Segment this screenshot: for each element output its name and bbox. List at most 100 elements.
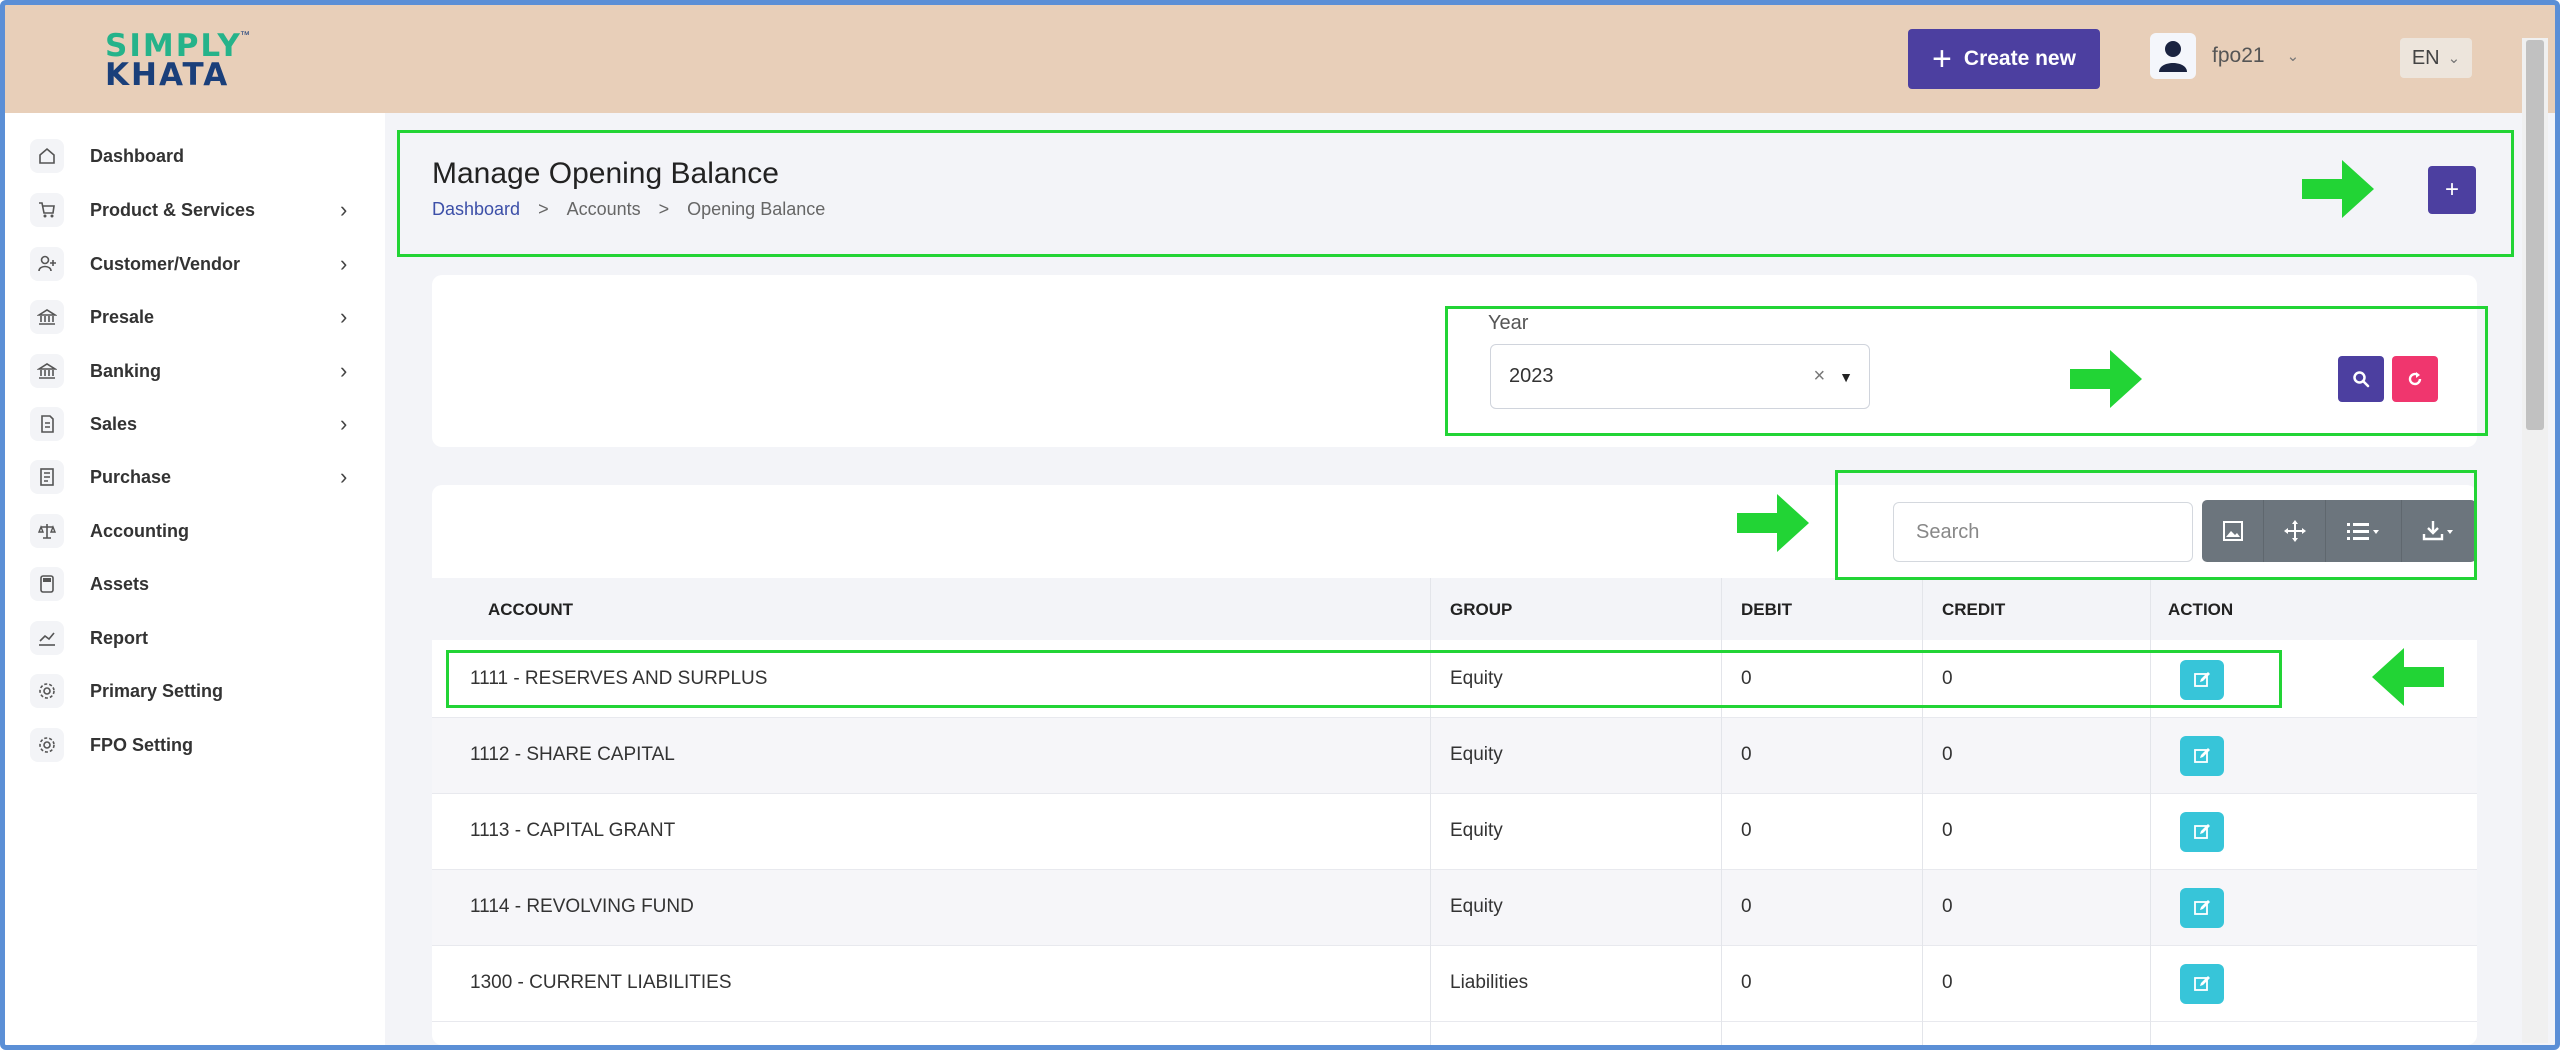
clear-icon[interactable]: × — [1813, 365, 1825, 388]
sidebar-item-assets[interactable]: Assets — [30, 564, 360, 604]
column-divider — [2150, 578, 2151, 1045]
create-new-button[interactable]: + Create new — [1908, 29, 2100, 89]
download-icon — [2422, 521, 2453, 541]
language-selector[interactable]: EN ⌄ — [2400, 38, 2472, 78]
edit-button[interactable] — [2180, 736, 2224, 776]
column-header-group[interactable]: GROUP — [1450, 600, 1512, 620]
edit-icon — [2194, 824, 2210, 839]
chevron-right-icon: › — [340, 411, 348, 436]
sidebar-item-label: Presale — [90, 306, 155, 327]
image-icon — [2222, 521, 2243, 541]
sidebar-item-label: Accounting — [90, 520, 189, 541]
table-toolbar — [2202, 500, 2476, 562]
year-label: Year — [1488, 312, 1529, 334]
cell-group: Equity — [1450, 820, 1503, 841]
sidebar-item-primary-setting[interactable]: Primary Setting — [30, 671, 360, 711]
sidebar-item-sales[interactable]: Sales › — [30, 404, 360, 444]
cell-group: Equity — [1450, 896, 1503, 917]
edit-icon — [2194, 748, 2210, 763]
bank-icon — [30, 300, 64, 334]
cell-debit: 0 — [1741, 972, 1752, 993]
toggle-view-button[interactable] — [2202, 500, 2264, 562]
receipt-icon — [30, 460, 64, 494]
sidebar-item-label: Dashboard — [90, 145, 185, 166]
sidebar-item-fpo-setting[interactable]: FPO Setting — [30, 725, 360, 765]
scale-icon — [30, 514, 64, 548]
sidebar-item-label: FPO Setting — [90, 734, 193, 755]
chevron-right-icon: › — [340, 251, 348, 276]
user-add-icon — [30, 247, 64, 281]
add-opening-balance-button[interactable]: + — [2428, 166, 2476, 214]
search-button[interactable] — [2338, 356, 2384, 402]
export-dropdown-button[interactable] — [2402, 500, 2476, 562]
edit-button[interactable] — [2180, 888, 2224, 928]
dropdown-arrow-icon[interactable]: ▼ — [1839, 369, 1853, 385]
refresh-icon — [2408, 372, 2422, 386]
gear-icon — [30, 728, 64, 762]
cell-group: Equity — [1450, 744, 1503, 765]
chevron-right-icon: › — [340, 358, 348, 383]
cell-debit: 0 — [1741, 668, 1752, 689]
list-icon — [2346, 523, 2379, 540]
sidebar-item-report[interactable]: Report — [30, 618, 360, 658]
column-header-debit[interactable]: DEBIT — [1741, 600, 1792, 620]
chevron-down-icon: ⌄ — [2286, 48, 2300, 65]
column-header-credit[interactable]: CREDIT — [1942, 600, 2005, 620]
scrollbar-thumb[interactable] — [2526, 40, 2544, 430]
edit-button[interactable] — [2180, 812, 2224, 852]
column-header-action: ACTION — [2168, 600, 2234, 619]
sidebar-item-label: Product & Services — [90, 199, 256, 220]
sidebar-item-banking[interactable]: Banking › — [30, 351, 360, 391]
sidebar-item-purchase[interactable]: Purchase › — [30, 457, 360, 497]
search-placeholder: Search — [1916, 520, 1980, 543]
cell-account: 1112 - SHARE CAPITAL — [470, 744, 675, 765]
top-header: SIMPLY KHATA ™ + Create new fpo21 ⌄ EN ⌄ — [5, 5, 2555, 113]
year-select[interactable]: 2023 × ▼ — [1490, 344, 1870, 409]
create-new-label: Create new — [1963, 47, 2076, 70]
gear-icon — [30, 674, 64, 708]
sidebar-item-label: Purchase — [90, 466, 172, 487]
breadcrumb-separator: > — [538, 199, 549, 219]
sidebar-item-customer-vendor[interactable]: Customer/Vendor › — [30, 244, 360, 284]
edit-button[interactable] — [2180, 964, 2224, 1004]
columns-dropdown-button[interactable] — [2326, 500, 2402, 562]
cell-credit: 0 — [1942, 744, 1953, 765]
column-divider — [1721, 578, 1722, 1045]
sidebar-item-label: Customer/Vendor — [90, 253, 241, 274]
sidebar-item-label: Assets — [90, 573, 150, 594]
search-icon — [2353, 371, 2370, 388]
cell-credit: 0 — [1942, 668, 1953, 689]
cart-icon — [30, 193, 64, 227]
chevron-right-icon: › — [340, 464, 348, 489]
cell-account: 1300 - CURRENT LIABILITIES — [470, 972, 732, 993]
column-header-account[interactable]: ACCOUNT — [488, 600, 573, 620]
table-search-input[interactable]: Search — [1893, 502, 2193, 562]
user-menu[interactable]: fpo21 ⌄ — [2150, 33, 2299, 79]
cell-debit: 0 — [1741, 896, 1752, 917]
sidebar-item-product-services[interactable]: Product & Services › — [30, 190, 360, 230]
page-title: Manage Opening Balance — [432, 157, 779, 190]
page-header — [398, 130, 2513, 257]
column-divider — [1430, 578, 1431, 1045]
user-avatar-icon — [2150, 33, 2196, 79]
breadcrumb-dashboard[interactable]: Dashboard — [432, 199, 520, 220]
user-name: fpo21 — [2212, 44, 2265, 67]
reset-button[interactable] — [2392, 356, 2438, 402]
simply-khata-logo[interactable]: SIMPLY KHATA ™ — [105, 31, 250, 91]
edit-button[interactable] — [2180, 660, 2224, 700]
bank-icon — [30, 354, 64, 388]
fullscreen-button[interactable] — [2264, 500, 2326, 562]
sidebar-item-dashboard[interactable]: Dashboard — [30, 136, 360, 176]
sidebar-item-accounting[interactable]: Accounting — [30, 511, 360, 551]
breadcrumb-opening-balance: Opening Balance — [687, 199, 826, 219]
sidebar-item-label: Banking — [90, 360, 162, 381]
sidebar-item-label: Sales — [90, 413, 138, 434]
chart-icon — [30, 621, 64, 655]
sidebar-item-presale[interactable]: Presale › — [30, 297, 360, 337]
language-label: EN — [2411, 46, 2440, 69]
cell-group: Liabilities — [1450, 972, 1529, 993]
breadcrumb-accounts[interactable]: Accounts — [567, 199, 641, 220]
cell-account: 1113 - CAPITAL GRANT — [470, 820, 676, 841]
edit-icon — [2194, 672, 2210, 687]
cell-credit: 0 — [1942, 896, 1953, 917]
